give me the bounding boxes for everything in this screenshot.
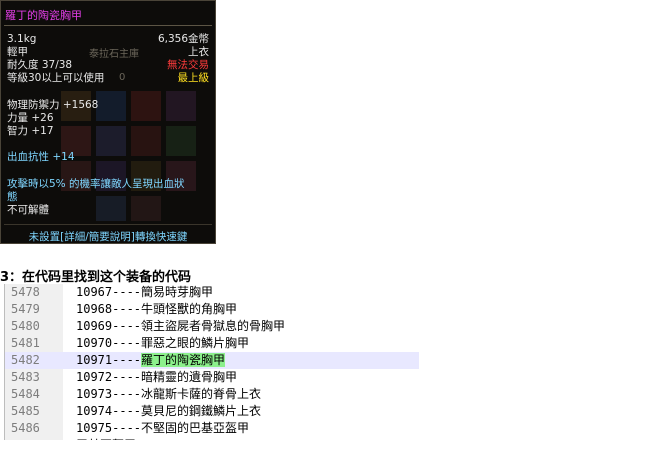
code-line[interactable]: 5486 10975----不堅固的巴基亞盔甲 (5, 420, 419, 437)
item-code: 10969----領主盜屍者骨獄息的骨胸甲 (76, 318, 285, 335)
item-name-text: 暗精靈的遺骨胸甲 (141, 370, 238, 384)
item-code: 10970----罪惡之眼的鱗片胸甲 (76, 335, 249, 352)
item-name-text: 牛頭怪獸的角胸甲 (141, 302, 238, 316)
item-code-id: 10972---- (76, 370, 142, 384)
stat-intelligence: 智力 +17 (7, 125, 54, 137)
line-number: 5483 (11, 370, 40, 384)
item-name-text: 簡易時芽胸甲 (141, 285, 214, 299)
effect-line-1: 攻擊時以5% 的機率讓敵人呈現出血狀 (7, 178, 185, 190)
item-tooltip: 羅丁的陶瓷胸甲 泰拉石主庫 0 3.1kg 6,356金幣 輕甲 上衣 耐久度 … (0, 0, 216, 244)
item-name-text: 莫貝尼的鋼鐵鱗片上衣 (141, 404, 262, 418)
item-code-id: 10971---- (76, 353, 142, 367)
item-code: 10975----不堅固的巴基亞盔甲 (76, 420, 249, 437)
item-code: 10971----羅丁的陶瓷胸甲 (76, 352, 226, 369)
weight-price-row: 3.1kg 6,356金幣 (7, 33, 209, 46)
line-number: 5484 (11, 387, 40, 401)
code-line-highlighted[interactable]: 5482 10971----羅丁的陶瓷胸甲 (5, 352, 419, 369)
footer-divider (4, 224, 212, 225)
code-line[interactable]: 5480 10969----領主盜屍者骨獄息的骨胸甲 (5, 318, 419, 335)
item-name-text: 領主盜屍者骨獄息的骨胸甲 (141, 319, 286, 333)
step-caption: 3：在代码里找到这个装备的代码 (0, 270, 192, 285)
item-grade: 最上級 (177, 72, 210, 84)
item-price: 6,356金幣 (157, 33, 209, 45)
item-name-text: 不堅固的巴基亞盔甲 (141, 421, 250, 435)
item-weight: 3.1kg (7, 33, 37, 45)
line-number: 5480 (11, 319, 40, 333)
item-code-id: 10970---- (76, 336, 142, 350)
selected-item-name: 羅丁的陶瓷胸甲 (141, 353, 226, 367)
item-code-id: 10967---- (76, 285, 142, 299)
item-name-text: 罪惡之眼的鱗片胸甲 (141, 336, 250, 350)
undismantle-note: 不可解體 (7, 204, 49, 216)
item-code: 10972----暗精靈的遺骨胸甲 (76, 369, 237, 386)
item-code: 10974----莫貝尼的鋼鐵鱗片上衣 (76, 403, 261, 420)
item-code: 10967----簡易時芽胸甲 (76, 284, 213, 301)
item-code-id: 10974---- (76, 404, 142, 418)
type-slot-row: 輕甲 上衣 (7, 46, 209, 59)
durability: 耐久度 37/38 (7, 59, 73, 71)
level-requirement: 等級30以上可以使用 (7, 72, 105, 84)
item-name: 羅丁的陶瓷胸甲 (5, 9, 82, 22)
line-number: 5481 (11, 336, 40, 350)
item-code-id: 10969---- (76, 319, 142, 333)
line-number: 5482 (11, 353, 40, 367)
level-grade-row: 等級30以上可以使用 最上級 (7, 72, 209, 85)
item-code-id: 10973---- (76, 387, 142, 401)
line-number: 5485 (11, 404, 40, 418)
code-editor[interactable]: 5478 10967----簡易時芽胸甲 5479 10968----牛頭怪獸的角胸甲… (4, 284, 419, 440)
equip-slot: 上衣 (188, 46, 209, 58)
code-line[interactable]: 5484 10973----冰龍斯卡薩的脊骨上衣 (5, 386, 419, 403)
line-number: 5478 (11, 285, 40, 299)
effect-line-2: 態 (7, 191, 18, 203)
durability-trade-row: 耐久度 37/38 無法交易 (7, 59, 209, 72)
code-line[interactable]: 甲基亞盔甲 (5, 437, 419, 440)
item-code-id: 10975---- (76, 421, 142, 435)
item-code: 甲基亞盔甲 (76, 437, 136, 440)
trade-status: 無法交易 (167, 59, 209, 71)
stat-physical-defense: 物理防禦力 +1568 (7, 99, 99, 111)
code-line[interactable]: 5485 10974----莫貝尼的鋼鐵鱗片上衣 (5, 403, 419, 420)
code-line[interactable]: 5481 10970----罪惡之眼的鱗片胸甲 (5, 335, 419, 352)
armor-type: 輕甲 (7, 46, 28, 58)
item-name-text: 甲基亞盔甲 (76, 438, 136, 440)
item-code: 10973----冰龍斯卡薩的脊骨上衣 (76, 386, 261, 403)
bleed-resist: 出血抗性 +14 (7, 151, 75, 163)
item-code: 10968----牛頭怪獸的角胸甲 (76, 301, 237, 318)
code-line[interactable]: 5478 10967----簡易時芽胸甲 (5, 284, 419, 301)
code-line[interactable]: 5483 10972----暗精靈的遺骨胸甲 (5, 369, 419, 386)
code-line[interactable]: 5479 10968----牛頭怪獸的角胸甲 (5, 301, 419, 318)
line-number: 5479 (11, 302, 40, 316)
stat-strength: 力量 +26 (7, 112, 54, 124)
line-number: 5486 (11, 421, 40, 435)
hotkey-hint: 未設置[詳細/簡要說明]轉換快速鍵 (28, 231, 188, 243)
item-code-id: 10968---- (76, 302, 142, 316)
title-divider (4, 25, 212, 26)
item-name-text: 冰龍斯卡薩的脊骨上衣 (141, 387, 262, 401)
